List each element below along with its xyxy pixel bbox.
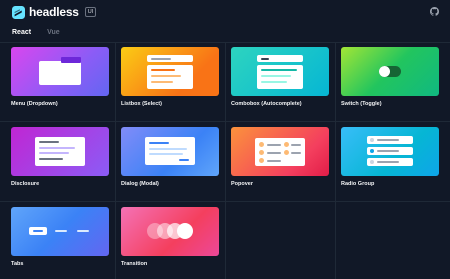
disclosure-preview — [11, 127, 109, 176]
tabs-divider — [0, 42, 450, 43]
brand-name: headless — [29, 5, 79, 19]
card-label: Dialog (Modal) — [121, 181, 159, 187]
grid-divider — [335, 43, 336, 279]
headlessui-logo-icon — [12, 5, 25, 19]
card-combobox[interactable]: Combobox (Autocomplete) — [231, 47, 329, 107]
card-listbox[interactable]: Listbox (Select) — [121, 47, 219, 107]
card-label: Combobox (Autocomplete) — [231, 101, 302, 107]
card-label: Menu (Dropdown) — [11, 101, 58, 107]
brand-badge: UI — [84, 7, 97, 17]
card-label: Listbox (Select) — [121, 101, 162, 107]
listbox-preview — [121, 47, 219, 96]
card-label: Popover — [231, 181, 254, 187]
card-disclosure[interactable]: Disclosure — [11, 127, 109, 187]
grid-divider — [225, 43, 226, 279]
combobox-preview — [231, 47, 329, 96]
card-switch[interactable]: Switch (Toggle) — [341, 47, 439, 107]
card-label: Radio Group — [341, 181, 375, 187]
card-label: Tabs — [11, 261, 24, 267]
github-icon[interactable] — [430, 7, 439, 16]
card-dialog[interactable]: Dialog (Modal) — [121, 127, 219, 187]
popover-preview — [231, 127, 329, 176]
card-radio-group[interactable]: Radio Group — [341, 127, 439, 187]
transition-preview — [121, 207, 219, 256]
card-transition[interactable]: Transition — [121, 207, 219, 267]
dialog-preview — [121, 127, 219, 176]
card-menu[interactable]: Menu (Dropdown) — [11, 47, 109, 107]
switch-preview — [341, 47, 439, 96]
tabs-preview — [11, 207, 109, 256]
card-label: Transition — [121, 261, 148, 267]
header: headless UI — [0, 0, 450, 24]
card-popover[interactable]: Popover — [231, 127, 329, 187]
tab-react[interactable]: React — [12, 29, 32, 43]
grid-divider — [0, 201, 450, 202]
card-label: Disclosure — [11, 181, 40, 187]
card-label: Switch (Toggle) — [341, 101, 382, 107]
grid-divider — [115, 43, 116, 279]
menu-preview — [11, 47, 109, 96]
tab-vue[interactable]: Vue — [47, 29, 60, 43]
card-tabs[interactable]: Tabs — [11, 207, 109, 267]
radio-group-preview — [341, 127, 439, 176]
logo[interactable]: headless UI — [12, 5, 97, 19]
framework-tabs: React Vue — [12, 29, 60, 43]
grid-divider — [0, 121, 450, 122]
